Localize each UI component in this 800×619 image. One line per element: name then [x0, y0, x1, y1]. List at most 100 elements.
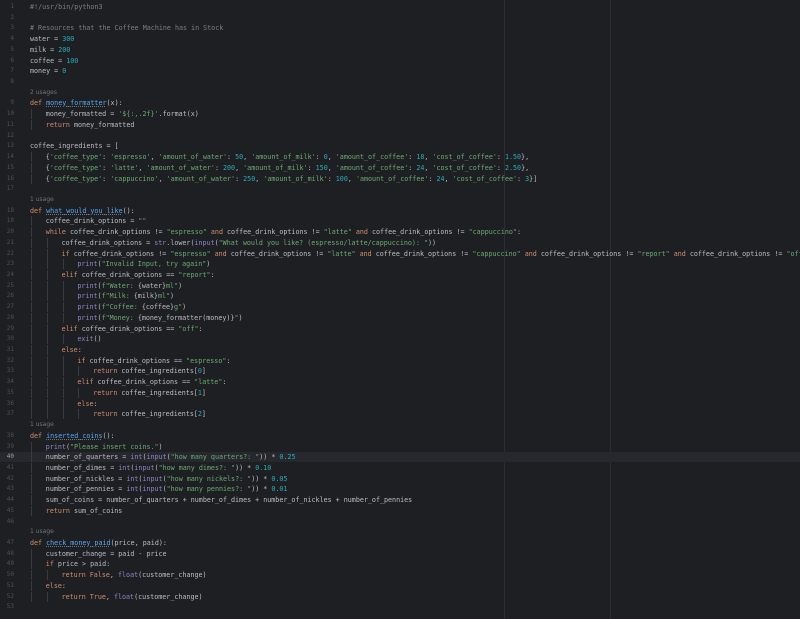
code-token: 'cost_of_coffee' [432, 163, 497, 172]
code-text: # Resources that the Coffee Machine has … [30, 23, 223, 33]
indent-guide [46, 248, 48, 259]
code-line[interactable]: 48 customer_change = paid - price [0, 548, 800, 559]
code-token: 'cost_of_coffee' [432, 153, 497, 162]
code-line[interactable]: 31 else: [0, 345, 800, 356]
code-line[interactable]: 29 elif coffee_drink_options == "off": [0, 323, 800, 334]
code-line[interactable]: 12 [0, 131, 800, 141]
code-line[interactable]: 50 return False, float(customer_change) [0, 570, 800, 581]
code-line[interactable]: 22 if coffee_drink_options != "espresso" … [0, 248, 800, 259]
indent-guide [46, 291, 48, 302]
code-line[interactable]: 32 if coffee_drink_options == "espresso": [0, 355, 800, 366]
line-number: 18 [6, 206, 14, 214]
code-line[interactable]: 36 else: [0, 398, 800, 409]
code-token: coffee_ingredients = [ [30, 142, 119, 151]
code-text: customer_change = paid - price [46, 549, 167, 559]
line-number: 50 [6, 571, 14, 579]
code-token: : [93, 399, 98, 408]
code-line[interactable]: 53 [0, 602, 800, 612]
code-line[interactable]: 27 print(f"Coffee: {coffee}g") [0, 302, 800, 313]
usage-hint[interactable]: 1 usage [30, 527, 54, 537]
code-token: 200 [58, 45, 71, 54]
code-token: # Resources that the Coffee Machine has … [30, 24, 224, 33]
usage-hint[interactable]: 2 usages [30, 88, 57, 98]
code-line[interactable]: 23 print("Invalid Input, try again") [0, 259, 800, 270]
code-line[interactable]: 11 return money_formatted [0, 119, 800, 130]
code-line[interactable]: 28 print(f"Money: {money_formatter(money)… [0, 312, 800, 323]
code-line[interactable]: 25 print(f"Water: {water}ml") [0, 280, 800, 291]
code-text: print(f"Money: {money_formatter(money)}"… [77, 313, 242, 323]
indent-guide [31, 580, 32, 591]
code-line[interactable]: 30 exit() [0, 334, 800, 345]
code-token: ] [201, 410, 206, 419]
code-line[interactable]: 5 milk = 200 [0, 45, 800, 55]
code-line[interactable]: 14 {'coffee_type': 'espresso', 'amount_of… [0, 152, 800, 163]
code-line[interactable]: 3 # Resources that the Coffee Machine has… [0, 23, 800, 33]
line-number: 2 [10, 13, 14, 21]
code-token: , [327, 153, 336, 162]
code-line[interactable]: 17 [0, 184, 800, 194]
code-line[interactable]: 52 return True, float(customer_change) [0, 591, 800, 602]
code-token: return [45, 506, 74, 515]
usage-hint[interactable]: 1 usage [30, 420, 54, 430]
code-line[interactable]: 19 coffee_drink_options = "" [0, 216, 800, 227]
code-line[interactable]: 15 {'coffee_type': 'latte', 'amount_of_wa… [0, 162, 800, 173]
line-number: 31 [6, 346, 14, 354]
code-token: ] [201, 367, 206, 376]
code-line[interactable]: 2 [0, 13, 800, 23]
code-line[interactable]: 8 [0, 77, 800, 87]
code-token: elif [61, 324, 82, 333]
code-token: 'latte' [110, 163, 139, 172]
code-line[interactable]: 7 money = 0 [0, 66, 800, 76]
code-token: {water} [137, 281, 166, 290]
code-token: number_of_nickles = [45, 474, 127, 483]
code-line[interactable]: 16 {'coffee_type': 'cappuccino', 'amount_… [0, 173, 800, 184]
code-line[interactable]: 33 return coffee_ingredients[0] [0, 366, 800, 377]
code-token: ml" [157, 292, 171, 301]
code-token: input [194, 238, 215, 247]
line-number: 3 [10, 24, 14, 32]
code-line[interactable]: 44 sum_of_coins = number_of_quarters + nu… [0, 495, 800, 506]
code-line[interactable]: 46 [0, 517, 800, 527]
code-token: ) [206, 260, 211, 269]
code-text: exit() [77, 334, 101, 344]
indent-guide [46, 323, 48, 334]
code-token: f"Money: [101, 313, 138, 322]
code-line[interactable]: 10 money_formatted = '${:,.2f}'.format(x) [0, 109, 800, 120]
code-line[interactable]: 24 elif coffee_drink_options == "report": [0, 270, 800, 280]
usage-hint[interactable]: 1 usage [30, 195, 54, 205]
code-token: while [45, 228, 70, 237]
code-token: return [93, 410, 122, 419]
indent-guide [46, 345, 48, 356]
code-line[interactable]: 34 elif coffee_drink_options == "latte": [0, 377, 800, 388]
code-line[interactable]: 18 def what_would_you_like(): [0, 206, 800, 216]
code-line[interactable]: 9 def money_formatter(x): [0, 98, 800, 108]
code-token: 'cost_of_coffee' [452, 174, 518, 183]
code-token: def [30, 539, 47, 547]
code-line[interactable]: 38 def inserted_coins(): [0, 431, 800, 441]
code-editor[interactable]: 1 #!/usr/bin/python3 2 3 # Resources that th… [0, 0, 800, 619]
code-token: .format(x) [158, 110, 199, 119]
code-line[interactable]: 4 water = 300 [0, 34, 800, 44]
code-line[interactable]: 49 if price > paid: [0, 559, 800, 570]
code-line[interactable]: 45 return sum_of_coins [0, 505, 800, 516]
code-line[interactable]: 40 number_of_quarters = int(input("how ma… [0, 452, 800, 463]
code-line[interactable]: 37 return coffee_ingredients[2] [0, 409, 800, 420]
code-line[interactable]: 51 else: [0, 580, 800, 591]
code-line[interactable]: 1 #!/usr/bin/python3 [0, 2, 800, 12]
code-token: 100 [66, 56, 79, 65]
code-line[interactable]: 6 coffee = 100 [0, 56, 800, 66]
line-number: 39 [6, 442, 14, 450]
code-line[interactable]: 20 while coffee_drink_options != "espress… [0, 227, 800, 238]
code-text: return True, float(customer_change) [62, 592, 203, 602]
code-line[interactable]: 35 return coffee_ingredients[1] [0, 387, 800, 398]
code-line[interactable]: 42 number_of_nickles = int(input("how man… [0, 473, 800, 484]
code-line[interactable]: 26 print(f"Milk: {milk}ml") [0, 291, 800, 302]
code-token: : [214, 163, 223, 172]
indent-guide [31, 334, 32, 345]
code-line[interactable]: 39 print("Please insert coins.") [0, 441, 800, 452]
code-line[interactable]: 13 coffee_ingredients = [ [0, 141, 800, 151]
code-line[interactable]: 21 coffee_drink_options = str.lower(input… [0, 237, 800, 248]
code-line[interactable]: 47 def check_money_paid(price, paid): [0, 538, 800, 548]
code-line[interactable]: 43 number_of_pennies = int(input("how man… [0, 484, 800, 495]
code-line[interactable]: 41 number_of_dimes = int(input("how many … [0, 462, 800, 473]
